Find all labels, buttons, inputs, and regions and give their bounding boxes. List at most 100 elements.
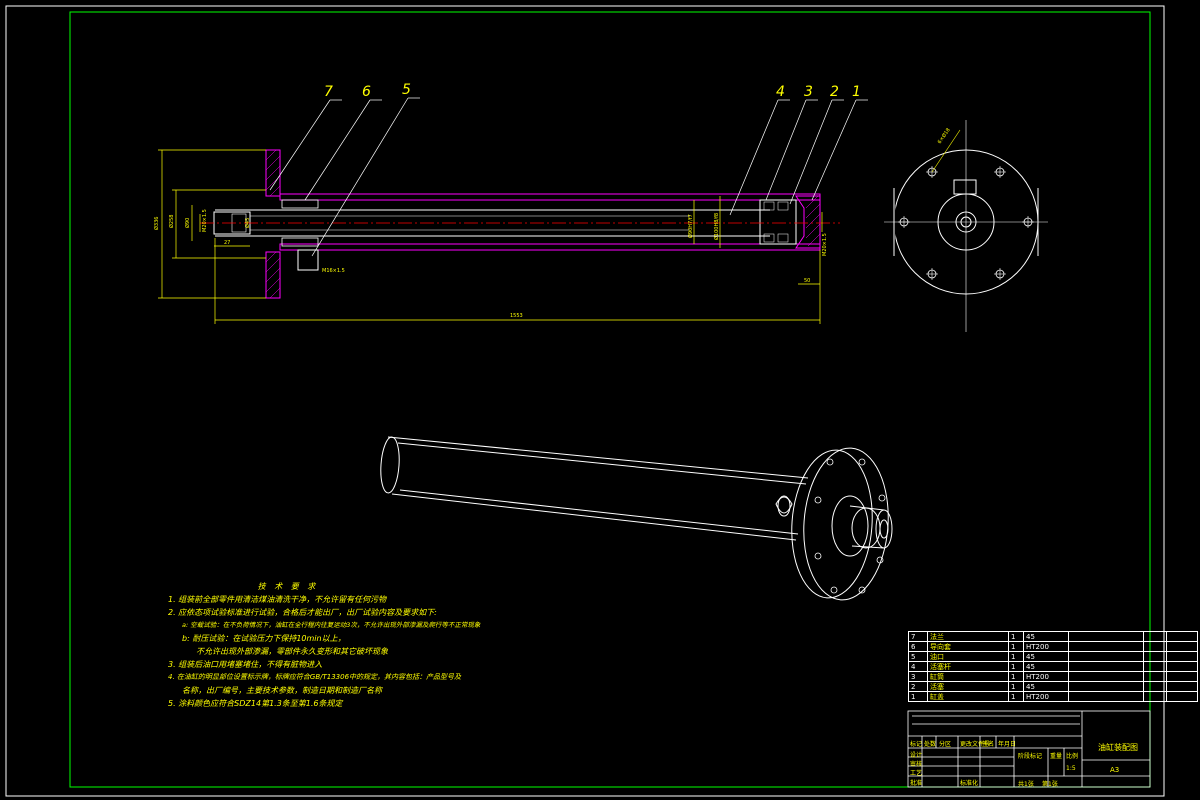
- dim-total-length: 1553: [510, 313, 523, 319]
- note-line-5: 不允许出现外部渗漏，零部件永久变形和其它破坏现象: [196, 647, 388, 656]
- note-line-7: 4. 在油缸的明显部位设置标示牌，标牌应符合GB/T13306中的规定，其内容包…: [168, 673, 462, 681]
- iso-rod-end: [875, 509, 893, 549]
- bom-empty: [1068, 681, 1144, 692]
- tb-right-label-2: 重量: [1050, 753, 1063, 760]
- callout-4: 4: [776, 84, 785, 100]
- bom-material: 45: [1023, 631, 1069, 642]
- bom-qty: 1: [1008, 691, 1024, 702]
- bom-qty: 1: [1008, 631, 1024, 642]
- bom-material: HT200: [1023, 671, 1069, 682]
- bom-name: 缸筒: [927, 671, 1009, 682]
- end-cap-hatch: [805, 195, 821, 247]
- dimension-lines: [158, 149, 823, 324]
- tb-right-label-1: 阶段标记: [1018, 753, 1043, 760]
- bom-empty: [1068, 631, 1144, 642]
- note-line-3: a: 空载试验：在不负荷情况下，油缸在全行程内往复运动3次，不允许出现外部渗漏及…: [182, 621, 481, 629]
- bom-name: 活塞: [927, 681, 1009, 692]
- callout-3: 3: [804, 84, 813, 100]
- tb-row-label-3: 分区: [939, 741, 952, 748]
- callout-1: 1: [852, 84, 861, 100]
- bom-qty: 1: [1008, 641, 1024, 652]
- bom-empty: [1143, 631, 1167, 642]
- end-view-centerlines: [884, 120, 1048, 332]
- end-cap: [795, 195, 821, 249]
- tb-left-label-4: 标准化: [960, 780, 979, 787]
- barrel-wall-bottom: [279, 243, 821, 251]
- callout-6: 6: [362, 84, 371, 100]
- oil-port: [297, 249, 319, 271]
- bom-name: 油口: [927, 651, 1009, 662]
- bom-empty: [1166, 681, 1198, 692]
- tb-row-label-6: 年月日: [998, 741, 1017, 748]
- callout-numbers: 7 6 5 4 3 2 1: [324, 82, 861, 100]
- bom-no: 6: [908, 641, 928, 652]
- note-line-6: 3. 组装后油口用堵塞堵住，不得有脏物进入: [168, 660, 323, 669]
- guide-sleeve-bottom: [281, 237, 319, 247]
- callout-2: 2: [830, 84, 839, 100]
- bom-empty: [1143, 641, 1167, 652]
- iso-bolt-holes: [814, 458, 886, 594]
- tb-right-label-3: 比例: [1066, 753, 1079, 760]
- bom-empty: [1068, 641, 1144, 652]
- bom-row: 7 法兰 1 45: [908, 631, 1198, 642]
- bom-empty: [1166, 661, 1198, 672]
- tb-row-label-5: 签名: [982, 741, 995, 748]
- bom-no: 2: [908, 681, 928, 692]
- bom-empty: [1143, 651, 1167, 662]
- bom-qty: 1: [1008, 651, 1024, 662]
- bom-material: 45: [1023, 681, 1069, 692]
- barrel-wall-top: [279, 193, 821, 201]
- tb-left-label-2: 审核: [910, 761, 923, 768]
- note-line-1: 1. 组装前全部零件用清洁煤油清洗干净，不允许留有任何污物: [168, 595, 387, 604]
- dimension-texts: 1553 Ø336 Ø258 Ø90 M20×1.5 Ø45 27 Ø90H7/…: [153, 209, 828, 319]
- bom-empty: [1068, 671, 1144, 682]
- tb-right-label-5: 第1张: [1042, 781, 1058, 788]
- bom-no: 7: [908, 631, 928, 642]
- flange-hatch: [265, 149, 281, 299]
- callout-7: 7: [324, 84, 333, 100]
- callout-5: 5: [402, 82, 411, 98]
- technical-notes: 技 术 要 求 1. 组装前全部零件用清洁煤油清洗干净，不允许留有任何污物 2.…: [168, 580, 498, 710]
- bom-empty: [1166, 641, 1198, 652]
- callout-leaders: [269, 97, 868, 257]
- bom-material: HT200: [1023, 641, 1069, 652]
- tb-left-label-3: 工艺: [910, 770, 923, 777]
- dim-d: Ø45: [244, 218, 251, 228]
- dim-b: Ø90: [184, 218, 191, 228]
- dim-a: Ø258: [168, 215, 175, 228]
- bom-row: 4 活塞杆 1 45: [908, 661, 1198, 672]
- bom-no: 1: [908, 691, 928, 702]
- iso-flange: [803, 447, 889, 601]
- bom-material: 45: [1023, 651, 1069, 662]
- bom-no: 5: [908, 651, 928, 662]
- bom-name: 导向套: [927, 641, 1009, 652]
- dim-f: Ø90H7/f7: [687, 214, 694, 238]
- bom-empty: [1068, 661, 1144, 672]
- bom-empty: [1143, 681, 1167, 692]
- bom-row: 3 缸筒 1 HT200: [908, 671, 1198, 682]
- bom-material: HT200: [1023, 691, 1069, 702]
- dim-c: M20×1.5: [202, 209, 208, 232]
- dim-h: M16×1.5: [322, 268, 345, 274]
- tb-scale-value: 1:5: [1066, 765, 1076, 772]
- bom-empty: [1143, 691, 1167, 702]
- dim-j: 50: [804, 278, 810, 284]
- bom-qty: 1: [1008, 661, 1024, 672]
- hole-note: 6×Ø18: [936, 127, 952, 145]
- bom-no: 3: [908, 671, 928, 682]
- dim-e: 27: [224, 240, 230, 246]
- end-view-port: [953, 179, 977, 195]
- iso-barrel-end: [380, 436, 400, 494]
- guide-sleeve-top: [281, 199, 319, 209]
- bom-empty: [1143, 671, 1167, 682]
- bom-row: 5 油口 1 45: [908, 651, 1198, 662]
- tb-left-label-5: 批准: [910, 780, 923, 787]
- dim-flange-dia: Ø336: [153, 217, 160, 230]
- drawing-title: 油缸装配图: [1098, 743, 1138, 752]
- bom-material: 45: [1023, 661, 1069, 672]
- tb-row-label-2: 处数: [924, 741, 937, 748]
- tb-left-label-1: 设计: [910, 752, 923, 759]
- bom-name: 缸盖: [927, 691, 1009, 702]
- section-view: [158, 97, 868, 324]
- tb-right-label-4: 共1张: [1018, 781, 1034, 788]
